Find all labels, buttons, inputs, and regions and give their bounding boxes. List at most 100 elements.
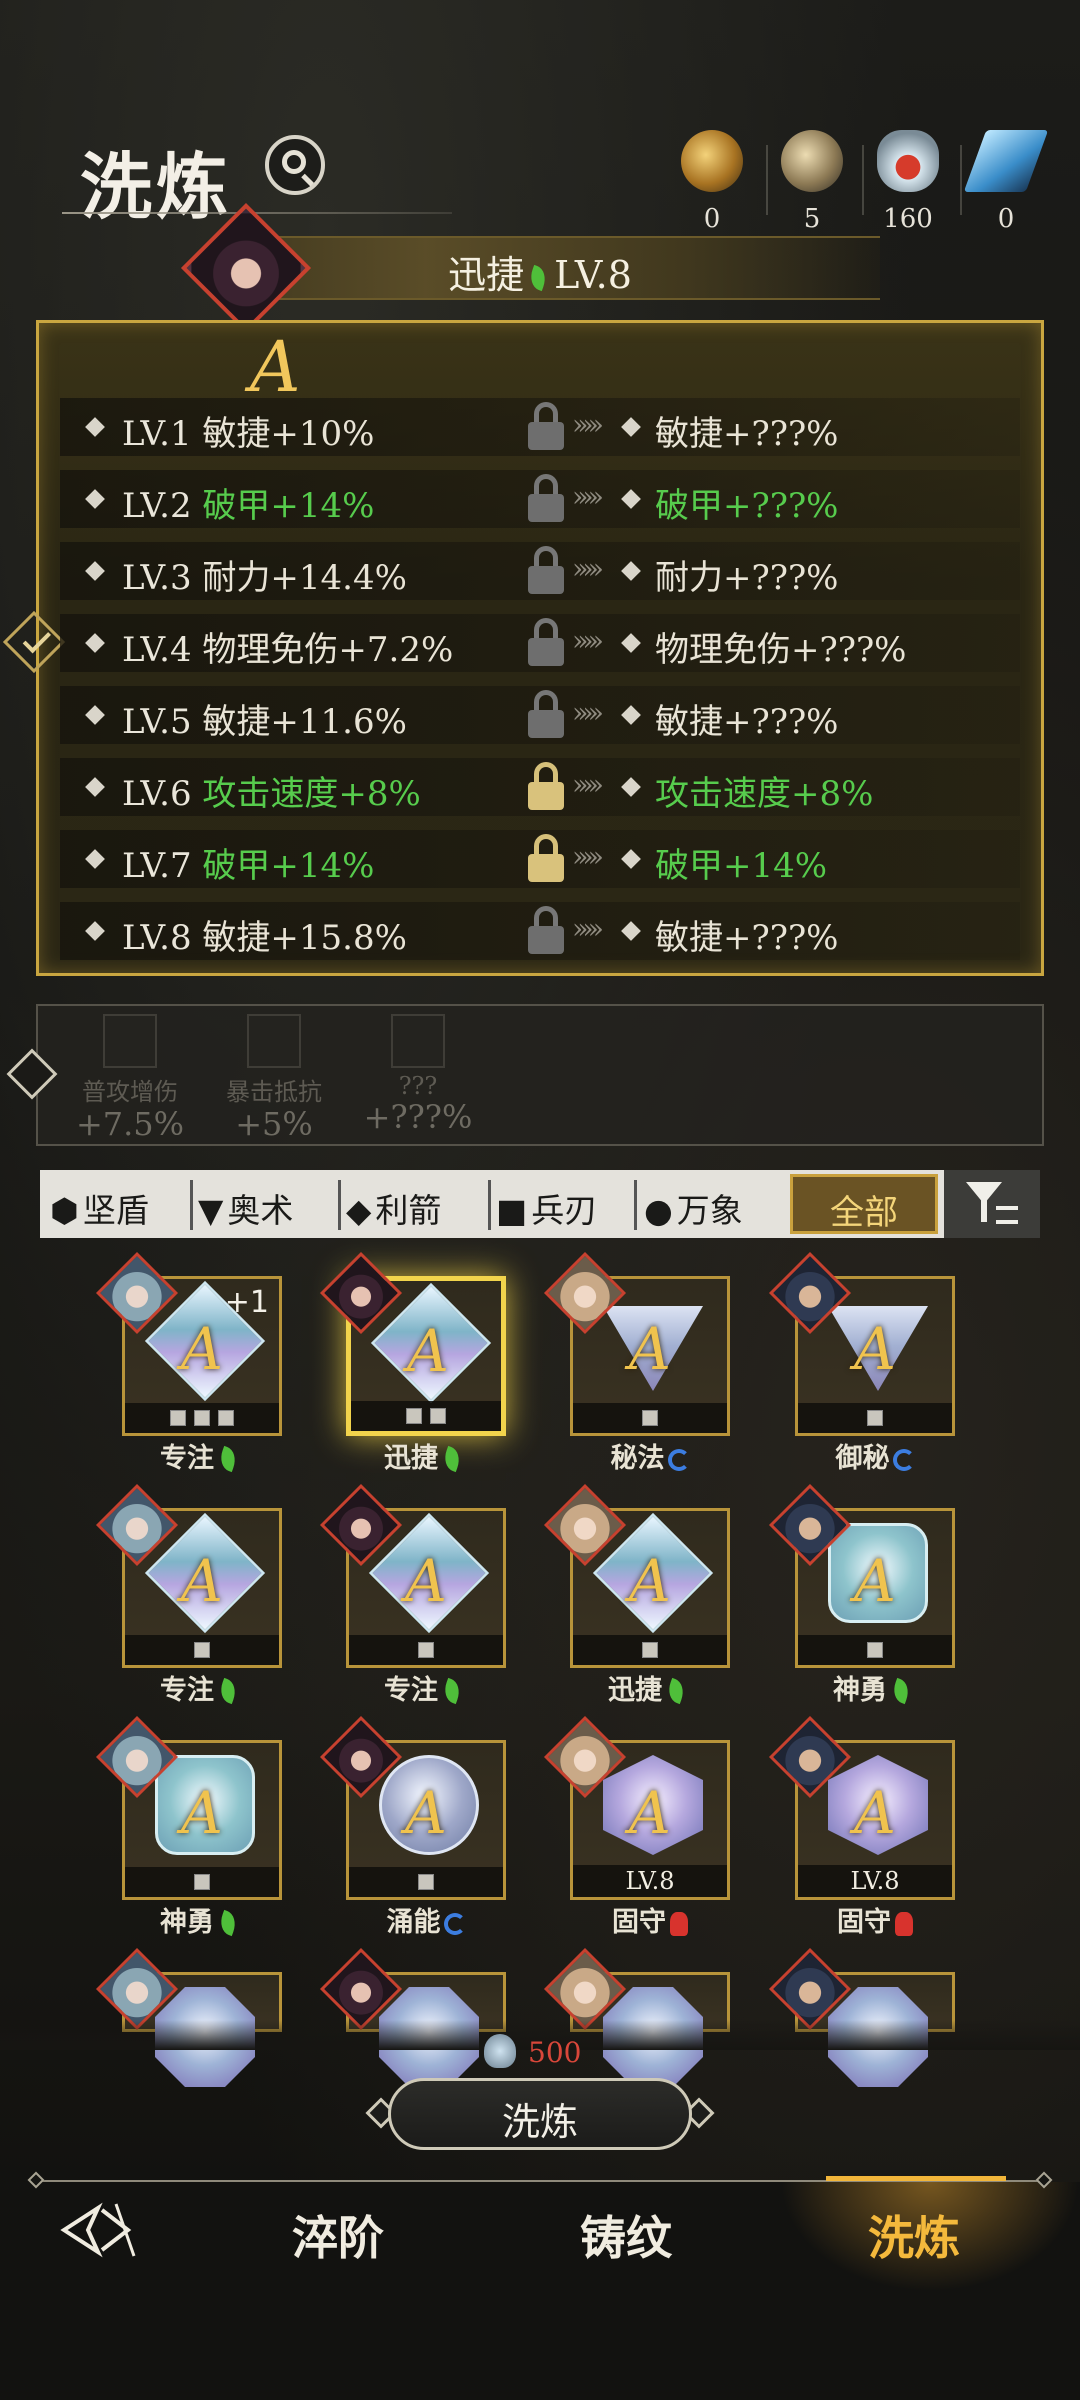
gem-name: 秘法	[550, 1436, 750, 1475]
lock-open-icon[interactable]	[522, 474, 570, 524]
socket-icon	[867, 1410, 883, 1426]
gem-name: 迅捷	[326, 1436, 526, 1475]
stat-level: LV.8	[122, 918, 192, 958]
arrows-icon: ›››››	[572, 624, 604, 657]
resource-value: 0	[997, 204, 1015, 234]
gem-name: 神勇	[102, 1900, 302, 1939]
gem-name: 专注	[102, 1436, 302, 1475]
refine-cost: 500	[528, 2036, 582, 2069]
gem-name: 涌能	[326, 1900, 526, 1939]
socket-icon	[867, 1642, 883, 1658]
socket-bar	[798, 1403, 952, 1433]
lock-closed-icon[interactable]	[522, 834, 570, 884]
lock-open-icon[interactable]	[522, 690, 570, 740]
gem-name: 固守	[775, 1900, 975, 1939]
gem-name: 御秘	[775, 1436, 975, 1475]
grade-letter: A	[629, 1779, 671, 1847]
leaf-icon	[218, 1910, 240, 1938]
square-icon: ■	[496, 1191, 528, 1230]
socket-bar	[125, 1867, 279, 1897]
socket-bar	[125, 1635, 279, 1665]
stat-row: LV.3 耐力+14.4% ››››› 耐力+???%	[60, 542, 1020, 600]
gem-name: 迅捷	[550, 1668, 750, 1707]
filter-sort-button[interactable]	[944, 1170, 1040, 1238]
gem-name: 专注	[326, 1668, 526, 1707]
socket-icon	[418, 1642, 434, 1658]
nav-active-indicator	[826, 2176, 1006, 2181]
grade-letter: A	[854, 1779, 896, 1847]
enhance-badge: +1	[224, 1285, 269, 1320]
arrows-icon: ›››››	[572, 552, 604, 585]
stat-value: 物理免伤+7.2%	[202, 630, 454, 670]
socket-icon	[430, 1408, 446, 1424]
bonus-item: 暴击抵抗 +5%	[204, 1014, 344, 1143]
tab-arcane[interactable]: ▼ 奥术	[198, 1172, 293, 1236]
tab-shield[interactable]: ⬢ 坚盾	[50, 1172, 149, 1236]
socket-bar	[573, 1635, 727, 1665]
resource-value: 0	[703, 204, 721, 234]
lock-open-icon[interactable]	[522, 906, 570, 956]
lock-open-icon[interactable]	[522, 546, 570, 596]
socket-bar	[349, 1867, 503, 1897]
resource-crystal-shard[interactable]: 0	[963, 130, 1049, 234]
stat-row: LV.6 攻击速度+8% ››››› 攻击速度+8%	[60, 758, 1020, 816]
socket-icon	[418, 1874, 434, 1890]
grade-letter: A	[629, 1547, 671, 1615]
socket-icon	[406, 1408, 422, 1424]
stat-level: LV.4	[122, 630, 192, 670]
stat-row: LV.5 敏捷+11.6% ››››› 敏捷+???%	[60, 686, 1020, 744]
grade-letter: A	[405, 1547, 447, 1615]
tab-universal[interactable]: ● 万象	[644, 1172, 743, 1236]
search-button[interactable]	[265, 135, 325, 195]
gem-level: LV.8	[573, 1865, 727, 1897]
socket-icon	[642, 1642, 658, 1658]
tab-blade[interactable]: ■ 兵刃	[496, 1172, 597, 1236]
stat-result: 敏捷+???%	[655, 414, 839, 454]
nav-item-temper[interactable]: 淬阶	[292, 2202, 384, 2268]
gem-name: 专注	[102, 1668, 302, 1707]
arrows-icon: ›››››	[572, 768, 604, 801]
lock-open-icon[interactable]	[522, 618, 570, 668]
grade-letter: A	[629, 1315, 671, 1383]
leaf-icon	[442, 1446, 464, 1474]
plus-icon	[391, 1014, 445, 1068]
nav-item-inscribe[interactable]: 铸纹	[580, 2202, 672, 2268]
arrows-icon: ›››››	[572, 840, 604, 873]
arrows-icon: ›››››	[572, 696, 604, 729]
resource-potion-flask[interactable]: 160	[868, 130, 948, 234]
stat-level: LV.2	[122, 486, 192, 526]
lock-open-icon[interactable]	[522, 402, 570, 452]
socket-bar	[349, 1635, 503, 1665]
socket-icon	[194, 1874, 210, 1890]
socket-icon	[194, 1642, 210, 1658]
resource-stone-orb[interactable]: 5	[772, 130, 852, 234]
leaf-icon	[891, 1678, 913, 1706]
stat-result: 敏捷+???%	[655, 702, 839, 742]
grade-letter: A	[250, 326, 301, 408]
stat-result: 敏捷+???%	[655, 918, 839, 958]
resource-gold-orb[interactable]: 0	[672, 130, 752, 234]
tab-arrow[interactable]: ◆ 利箭	[346, 1172, 441, 1236]
potion-flask-icon	[484, 2034, 516, 2068]
diamond-icon: ◆	[346, 1191, 372, 1230]
back-arrow-icon[interactable]	[58, 2200, 142, 2260]
stat-row: LV.7 破甲+14% ››››› 破甲+14%	[60, 830, 1020, 888]
stat-level: LV.6	[122, 774, 192, 814]
leaf-icon	[218, 1678, 240, 1706]
claw-icon	[895, 1911, 913, 1936]
stat-value: 敏捷+15.8%	[202, 918, 407, 958]
tab-all[interactable]: 全部	[790, 1174, 938, 1234]
item-title: 迅捷 LV.8	[230, 244, 850, 299]
socket-bar	[125, 1403, 279, 1433]
refine-button[interactable]: 洗炼	[388, 2078, 692, 2150]
stat-level: LV.1	[122, 414, 192, 454]
swirl-icon	[443, 1912, 466, 1935]
resource-value: 5	[803, 204, 821, 234]
lock-closed-icon[interactable]	[522, 762, 570, 812]
stat-row: LV.1 敏捷+10% ››››› 敏捷+???%	[60, 398, 1020, 456]
stat-level: LV.3	[122, 558, 192, 598]
stat-value: 破甲+14%	[202, 846, 375, 886]
grade-letter: A	[854, 1547, 896, 1615]
nav-item-refine[interactable]: 洗炼	[868, 2202, 960, 2268]
socket-icon	[194, 1410, 210, 1426]
